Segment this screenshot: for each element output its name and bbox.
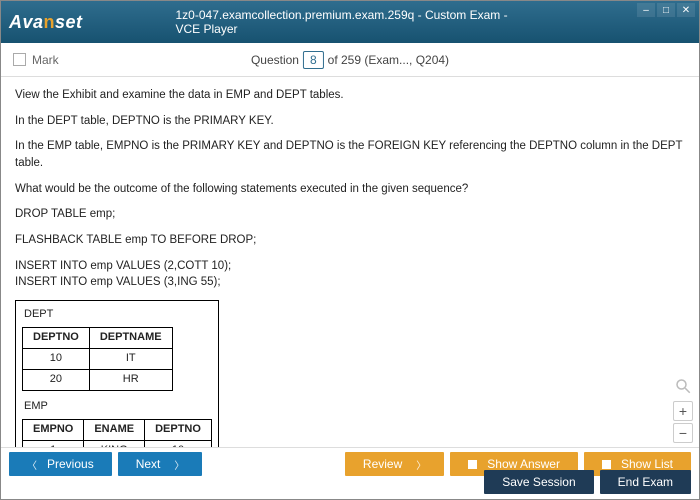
question-text: In the DEPT table, DEPTNO is the PRIMARY…: [15, 113, 685, 130]
question-total: of 259 (Exam..., Q204): [328, 53, 449, 67]
cell: 10: [145, 440, 212, 447]
logo-text-post: set: [55, 12, 83, 32]
question-text: INSERT INTO emp VALUES (2,COTT 10);: [15, 258, 685, 275]
question-text: INSERT INTO emp VALUES (3,ING 55);: [15, 274, 685, 291]
magnify-icon[interactable]: [674, 377, 692, 395]
session-row: Save Session End Exam: [484, 470, 691, 494]
col-header: DEPTNO: [23, 327, 90, 348]
dept-table-wrap: DEPT DEPTNO DEPTNAME 10 IT 20 HR EMP: [15, 300, 219, 447]
cell: KING: [84, 440, 145, 447]
mark-checkbox[interactable]: [13, 53, 26, 66]
zoom-controls: + −: [673, 377, 693, 443]
window-controls: – □ ✕: [637, 3, 695, 17]
exhibit-tables: DEPT DEPTNO DEPTNAME 10 IT 20 HR EMP: [15, 300, 685, 447]
question-bar: Mark Question 8 of 259 (Exam..., Q204): [1, 43, 699, 77]
logo-text-n: n: [44, 12, 56, 32]
table-row: 1 KING 10: [23, 440, 212, 447]
col-header: DEPTNO: [145, 419, 212, 440]
app-window: Avanset 1z0-047.examcollection.premium.e…: [0, 0, 700, 500]
chevron-right-icon: 〉: [416, 457, 426, 472]
save-session-button[interactable]: Save Session: [484, 470, 593, 494]
emp-table: EMPNO ENAME DEPTNO 1 KING 10 2 HARI 20: [22, 419, 212, 447]
col-header: ENAME: [84, 419, 145, 440]
show-list-label: Show List: [621, 457, 673, 471]
question-indicator: Question 8 of 259 (Exam..., Q204): [251, 51, 449, 69]
window-title: 1z0-047.examcollection.premium.exam.259q…: [176, 8, 525, 36]
maximize-button[interactable]: □: [657, 3, 675, 17]
show-answer-label: Show Answer: [487, 457, 560, 471]
dept-table: DEPTNO DEPTNAME 10 IT 20 HR: [22, 327, 173, 391]
cell: HR: [89, 369, 172, 390]
question-text: DROP TABLE emp;: [15, 206, 685, 223]
cell: 1: [23, 440, 84, 447]
next-label: Next: [136, 457, 161, 471]
question-number[interactable]: 8: [303, 51, 324, 69]
previous-button[interactable]: 〈 Previous: [9, 452, 112, 476]
review-label: Review: [363, 457, 402, 471]
minimize-button[interactable]: –: [637, 3, 655, 17]
end-exam-label: End Exam: [618, 475, 673, 489]
chevron-right-icon: 〉: [174, 457, 184, 472]
question-text: What would be the outcome of the followi…: [15, 181, 685, 198]
dept-title: DEPT: [22, 305, 212, 327]
previous-label: Previous: [47, 457, 94, 471]
square-icon: [602, 460, 611, 469]
question-content: View the Exhibit and examine the data in…: [1, 77, 699, 447]
cell: IT: [89, 348, 172, 369]
question-text: In the EMP table, EMPNO is the PRIMARY K…: [15, 138, 685, 171]
chevron-left-icon: 〈: [27, 457, 37, 472]
logo: Avanset: [9, 12, 83, 33]
zoom-out-button[interactable]: −: [673, 423, 693, 443]
cell: 20: [23, 369, 90, 390]
table-row: EMPNO ENAME DEPTNO: [23, 419, 212, 440]
col-header: DEPTNAME: [89, 327, 172, 348]
end-exam-button[interactable]: End Exam: [600, 470, 691, 494]
titlebar: Avanset 1z0-047.examcollection.premium.e…: [1, 1, 699, 43]
emp-title: EMP: [22, 397, 212, 419]
close-button[interactable]: ✕: [677, 3, 695, 17]
cell: 10: [23, 348, 90, 369]
next-button[interactable]: Next 〉: [118, 452, 203, 476]
review-button[interactable]: Review 〉: [345, 452, 444, 476]
question-text: FLASHBACK TABLE emp TO BEFORE DROP;: [15, 232, 685, 249]
question-text: View the Exhibit and examine the data in…: [15, 87, 685, 104]
save-session-label: Save Session: [502, 475, 575, 489]
table-row: DEPTNO DEPTNAME: [23, 327, 173, 348]
zoom-in-button[interactable]: +: [673, 401, 693, 421]
table-row: 20 HR: [23, 369, 173, 390]
table-row: 10 IT: [23, 348, 173, 369]
col-header: EMPNO: [23, 419, 84, 440]
square-icon: [468, 460, 477, 469]
logo-text-pre: Ava: [9, 12, 44, 32]
mark-label: Mark: [32, 53, 59, 67]
question-label: Question: [251, 53, 299, 67]
